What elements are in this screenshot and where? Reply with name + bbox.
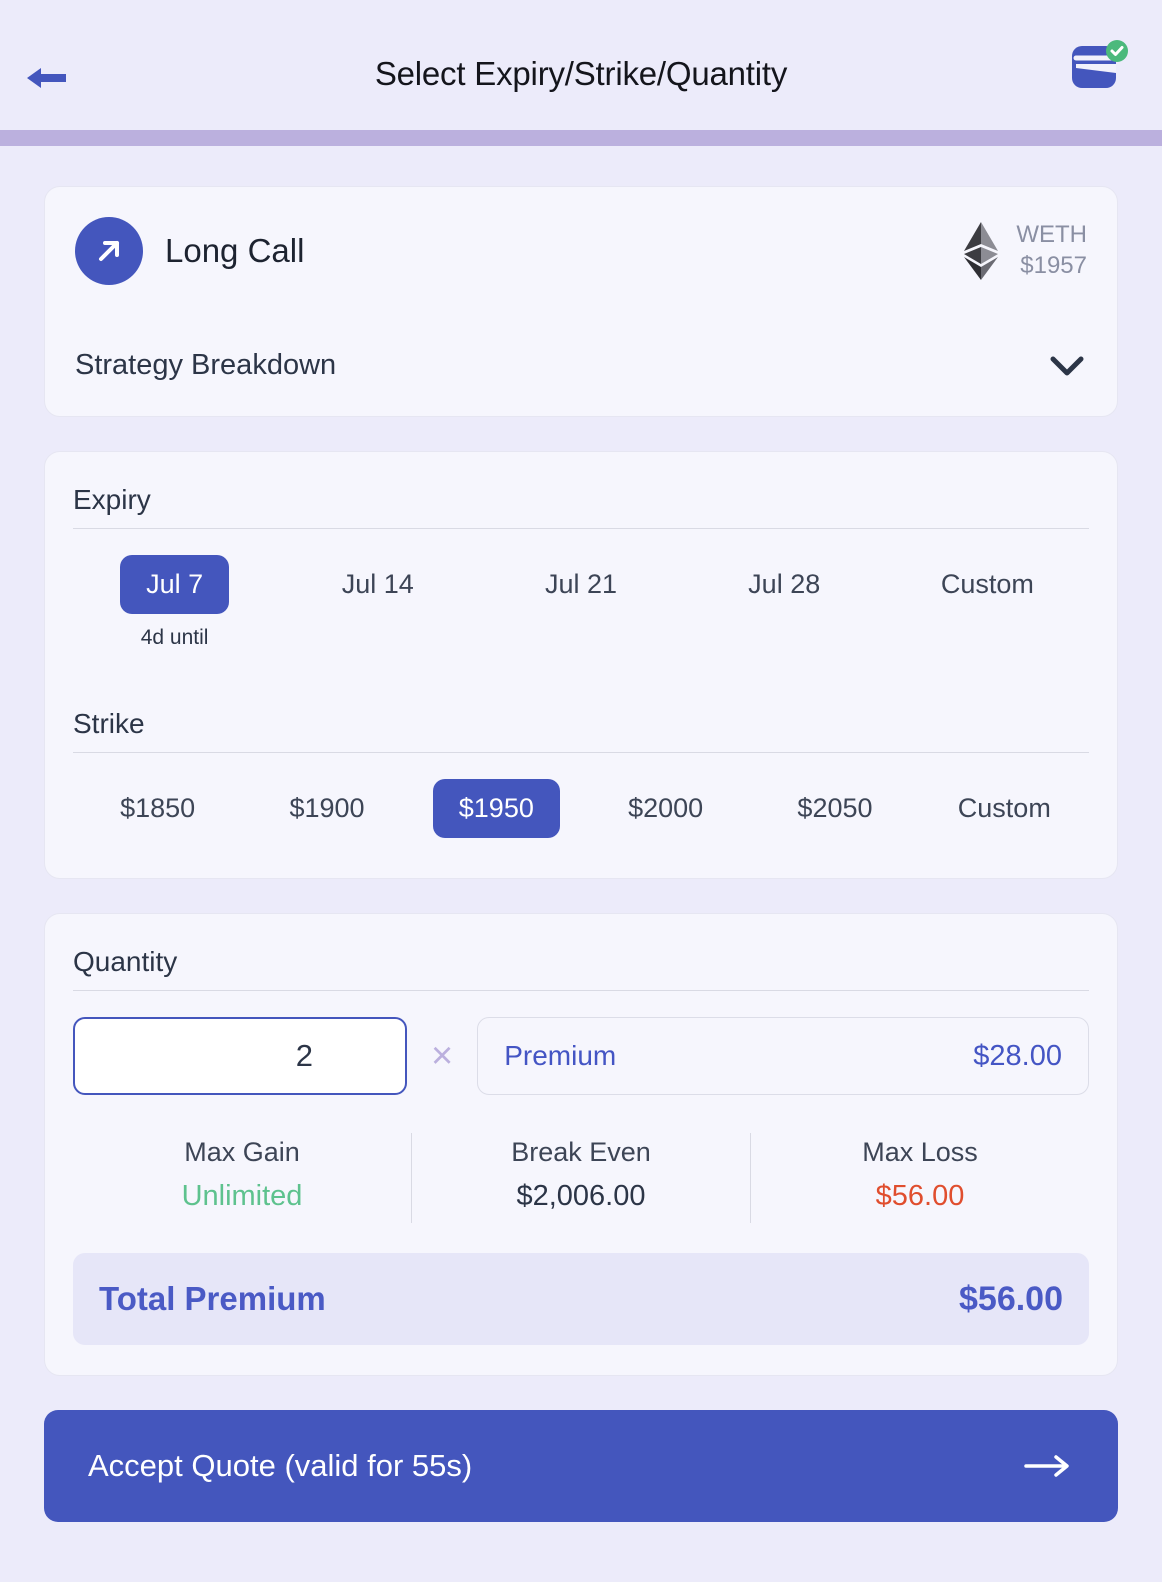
strategy-identity: Long Call [75,217,304,285]
asset-meta: WETH $1957 [1016,220,1087,281]
metric-max-loss: Max Loss $56.00 [750,1133,1089,1223]
expiry-section: Expiry Jul 7 4d until Jul 14 Jul 21 Jul … [73,484,1089,650]
strike-chip-1950[interactable]: $1950 [432,779,560,838]
metric-label: Max Loss [862,1137,978,1167]
metric-value: Unlimited [181,1180,303,1212]
multiply-icon: × [431,1035,454,1077]
strategy-name: Long Call [165,232,305,269]
expiry-option: Jul 21 [479,555,682,614]
metric-label: Max Gain [184,1137,300,1167]
strategy-card: Long Call WETH $1957 Strategy Breakdown [44,186,1118,417]
metric-max-gain: Max Gain Unlimited [73,1133,411,1223]
strategy-avatar [75,217,143,285]
expiry-label: Expiry [73,484,151,515]
quantity-card: Quantity × Premium $28.00 Max Gain Unlim… [44,913,1118,1376]
strike-label: Strike [73,708,145,739]
quantity-input[interactable] [73,1017,407,1095]
quantity-row: × Premium $28.00 [73,1017,1089,1095]
accept-quote-button[interactable]: Accept Quote (valid for 55s) [44,1410,1118,1522]
expiry-chip-jul-28[interactable]: Jul 28 [722,555,846,614]
expiry-chip-jul-14[interactable]: Jul 14 [316,555,440,614]
strike-option: Custom [920,779,1089,838]
expiry-chip-sub: 4d until [140,626,209,649]
quantity-label: Quantity [73,946,178,977]
expiry-option: Custom [886,555,1089,614]
page-title: Select Expiry/Strike/Quantity [374,55,788,92]
metric-value: $56.00 [875,1180,965,1212]
metric-label: Break Even [511,1137,651,1167]
strike-chip-2050[interactable]: $2050 [771,779,898,838]
strategy-header: Long Call WETH $1957 [75,217,1087,285]
asset-symbol: WETH [1016,221,1087,249]
strike-chip-2000[interactable]: $2000 [602,779,729,838]
expiry-option: Jul 14 [276,555,479,614]
expiry-option: Jul 28 [683,555,886,614]
expiry-chip-jul-7[interactable]: Jul 7 [120,555,230,614]
strike-chip-custom[interactable]: Custom [932,779,1077,838]
arrow-right-icon [1024,1455,1069,1477]
strike-options: $1850 $1900 $1950 $2000 $2050 Custom [73,779,1089,838]
accept-quote-label: Accept Quote (valid for 55s) [88,1448,473,1483]
app-header: Select Expiry/Strike/Quantity [0,0,1162,130]
strike-option: $2000 [581,779,750,838]
expiry-divider [73,528,1089,529]
wallet-connected-icon [1072,40,1128,88]
asset-price: $1957 [1020,252,1087,279]
asset-info: WETH $1957 [960,220,1087,282]
strike-option: $1950 [412,779,581,838]
strike-section: Strike $1850 $1900 $1950 $2000 $2050 Cus… [73,708,1089,838]
chevron-down-icon [1050,356,1084,375]
total-premium-label: Total Premium [99,1280,326,1317]
arrow-up-right-icon [99,241,119,261]
metric-break-even: Break Even $2,006.00 [411,1133,750,1223]
total-premium-value: $56.00 [959,1279,1063,1318]
wallet-button[interactable] [1068,40,1130,98]
strike-chip-1900[interactable]: $1900 [263,779,390,838]
premium-box: Premium $28.00 [477,1017,1089,1095]
premium-value: $28.00 [973,1039,1062,1072]
strike-divider [73,752,1089,753]
premium-label: Premium [504,1040,617,1071]
strike-chip-1850[interactable]: $1850 [94,779,221,838]
strike-option: $2050 [750,779,919,838]
selection-card: Expiry Jul 7 4d until Jul 14 Jul 21 Jul … [44,451,1118,879]
ethereum-icon [964,222,999,280]
quantity-divider [73,990,1089,991]
expiry-option: Jul 7 4d until [73,555,276,650]
expiry-options: Jul 7 4d until Jul 14 Jul 21 Jul 28 Cust… [73,555,1089,650]
progress-bar [0,130,1162,146]
total-premium-row: Total Premium $56.00 [73,1253,1089,1345]
strategy-breakdown-toggle[interactable]: Strategy Breakdown [75,349,1087,382]
strike-option: $1900 [242,779,411,838]
main-content: Long Call WETH $1957 Strategy Breakdown [0,146,1162,1522]
metrics-row: Max Gain Unlimited Break Even $2,006.00 … [73,1133,1089,1223]
metric-value: $2,006.00 [516,1180,646,1212]
expiry-chip-custom[interactable]: Custom [915,555,1060,614]
strategy-breakdown-label: Strategy Breakdown [75,349,337,381]
strike-option: $1850 [73,779,242,838]
expiry-chip-jul-21[interactable]: Jul 21 [519,555,643,614]
